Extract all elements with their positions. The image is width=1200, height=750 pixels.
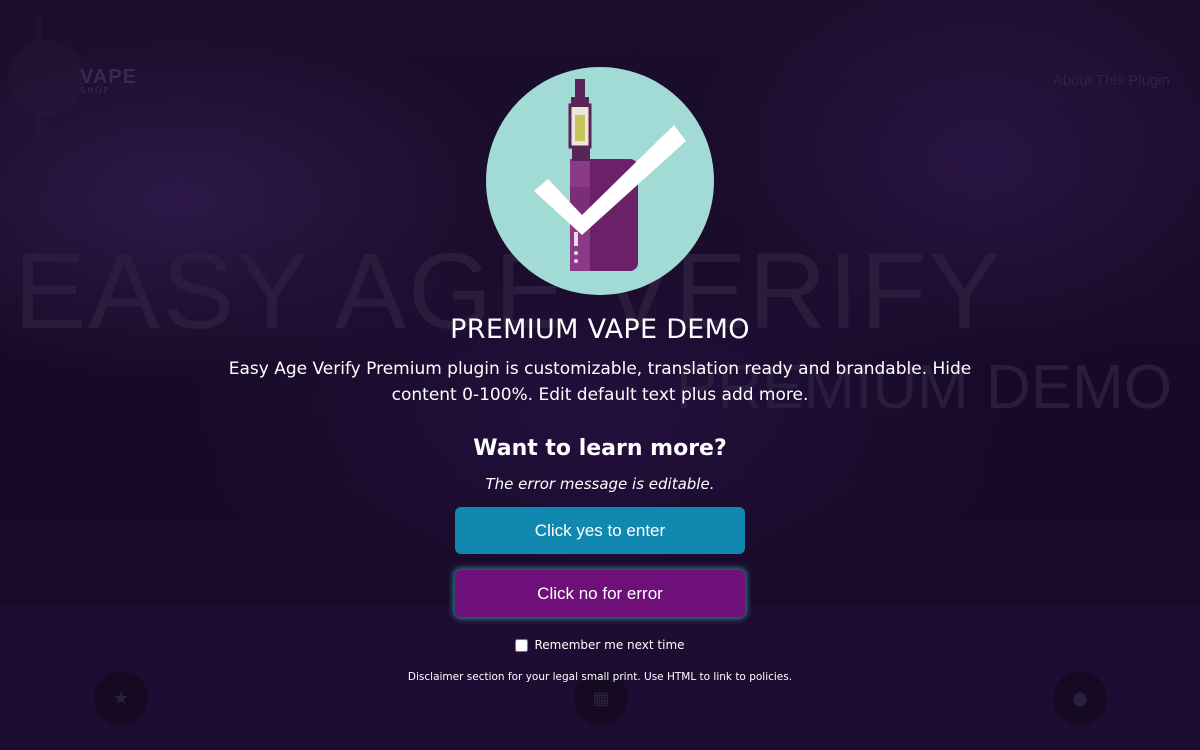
- error-message: The error message is editable.: [485, 475, 715, 493]
- modal-question: Want to learn more?: [473, 436, 727, 461]
- remember-me-checkbox[interactable]: [515, 638, 529, 652]
- remember-me-label: Remember me next time: [534, 638, 685, 652]
- disclaimer-text: Disclaimer section for your legal small …: [407, 671, 793, 683]
- vape-checkmark-badge-icon: [486, 67, 714, 295]
- remember-me[interactable]: Remember me next time: [0, 638, 1200, 652]
- modal-title: PREMIUM VAPE DEMO: [450, 314, 750, 345]
- no-error-button[interactable]: Click no for error: [455, 570, 745, 617]
- yes-enter-button[interactable]: Click yes to enter: [455, 507, 745, 554]
- age-verify-modal: PREMIUM VAPE DEMO Easy Age Verify Premiu…: [0, 0, 1200, 750]
- modal-description: Easy Age Verify Premium plugin is custom…: [228, 359, 972, 405]
